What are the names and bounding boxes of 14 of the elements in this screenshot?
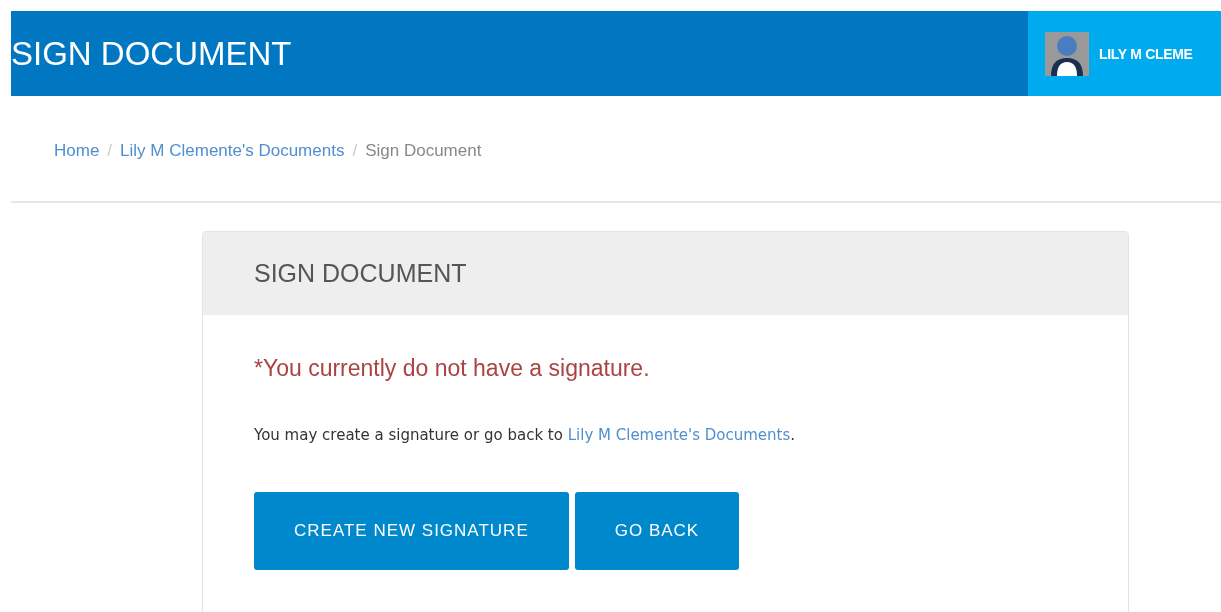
action-button[interactable]: CREATE NEW SIGNATURE	[254, 492, 569, 570]
breadcrumb-link[interactable]: Lily M Clemente's Documents	[120, 141, 345, 161]
warning-message: *You currently do not have a signature.	[254, 355, 651, 382]
current-page-label: Sign Document	[365, 141, 482, 161]
panel-title: SIGN DOCUMENT	[203, 232, 1128, 315]
breadcrumb-separator: /	[352, 141, 358, 161]
user-menu[interactable]: LILY M CLEME	[1028, 11, 1221, 96]
page-title: SIGN DOCUMENT	[11, 33, 293, 74]
documents-link[interactable]: Lily M Clemente's Documents	[567, 426, 791, 444]
avatar-icon	[1045, 31, 1089, 76]
breadcrumb-separator: /	[107, 141, 113, 161]
instruction-text: You may create a signature or go back to Lily M Clemente's Documents.	[254, 426, 797, 444]
action-button[interactable]: GO BACK	[574, 492, 740, 570]
breadcrumb-link[interactable]: Home	[54, 141, 100, 161]
